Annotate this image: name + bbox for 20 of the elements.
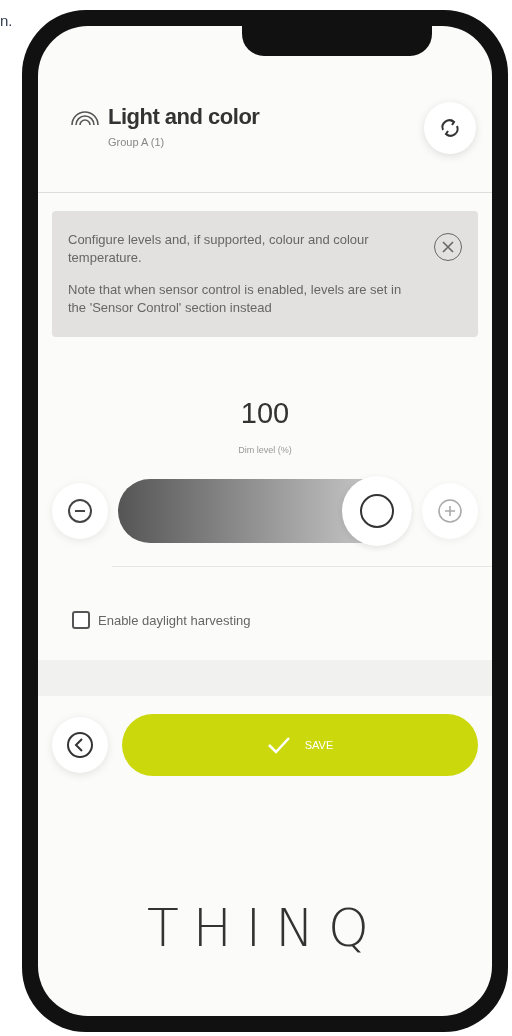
minus-icon bbox=[67, 497, 93, 524]
screen-subtitle: Group A (1) bbox=[108, 135, 166, 150]
checkbox-label: Enable daylight harvesting bbox=[98, 611, 251, 630]
info-text: Configure levels and, if supported, colour and colour temperature. bbox=[68, 231, 370, 267]
text-fragment: n. bbox=[0, 11, 13, 31]
refresh-icon bbox=[439, 117, 461, 139]
back-button[interactable] bbox=[52, 717, 108, 773]
refresh-button[interactable] bbox=[424, 102, 476, 154]
logo: THINQ bbox=[147, 902, 383, 954]
back-icon bbox=[66, 731, 94, 759]
screen-title: Light and color bbox=[108, 103, 260, 131]
dim-value: 100 bbox=[240, 399, 290, 428]
checkbox[interactable] bbox=[72, 611, 90, 630]
dim-label: Dim level (%) bbox=[238, 444, 292, 457]
plus-icon bbox=[437, 497, 463, 524]
info-text: Note that when sensor control is enabled, levels are set in the 'Sensor Control' section instead bbox=[68, 281, 403, 317]
check-icon bbox=[266, 736, 291, 754]
rainbow-icon bbox=[70, 108, 100, 126]
close-icon bbox=[442, 241, 454, 253]
save-button[interactable]: SAVE bbox=[122, 714, 478, 776]
